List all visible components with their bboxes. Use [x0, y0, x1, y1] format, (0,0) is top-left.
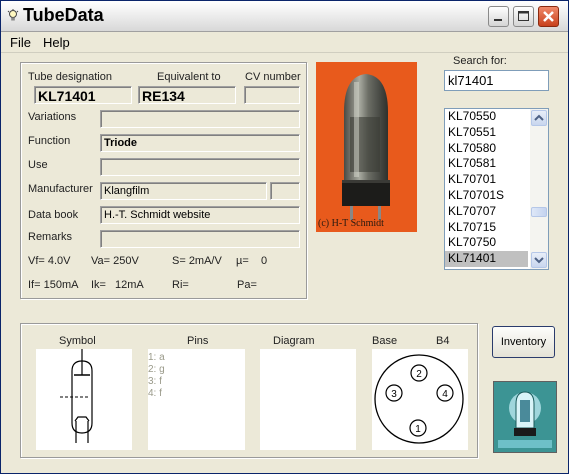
symbol-label: Symbol [59, 335, 96, 347]
minimize-icon [494, 19, 502, 21]
function-label: Function [28, 135, 71, 147]
cv-number-field[interactable] [244, 86, 300, 104]
variations-field[interactable] [100, 110, 300, 128]
photo-credit: (c) H-T Schmidt [318, 218, 384, 229]
list-item[interactable]: KL70715 [445, 220, 528, 236]
window-title: TubeData [23, 5, 104, 25]
function-field[interactable]: Triode [100, 134, 300, 152]
tube-list[interactable]: KL70550 KL70551 KL70580 KL70581 KL70701 … [444, 108, 549, 270]
vf-value: Vf= 4.0V [28, 255, 71, 267]
mu-label: µ= [236, 255, 249, 267]
cv-number-label: CV number [245, 71, 301, 83]
remarks-label: Remarks [28, 231, 73, 243]
scroll-thumb[interactable] [531, 207, 547, 217]
inventory-button[interactable]: Inventory [492, 326, 555, 358]
diagram-label: Diagram [273, 335, 315, 347]
base-pin-4: 4 [442, 389, 448, 400]
list-item[interactable]: KL70581 [445, 156, 528, 172]
base-box: 2 3 4 1 [372, 349, 468, 450]
ri-label: Ri= [172, 279, 189, 291]
title-bar[interactable]: TubeData [1, 1, 568, 32]
list-item[interactable]: KL70701 [445, 172, 528, 188]
search-label: Search for: [453, 55, 507, 67]
pin-3: 3: f [148, 376, 162, 387]
menu-help[interactable]: Help [43, 35, 70, 50]
arrow-down-icon [534, 257, 544, 264]
diagram-box [260, 349, 356, 450]
pin-1: 1: a [148, 352, 165, 363]
databook-field[interactable]: H.-T. Schmidt website [100, 206, 300, 224]
tubedata-window: TubeData File Help Tube designation Equi… [0, 0, 569, 474]
triode-symbol [60, 349, 93, 443]
if-value: If= 150mA [28, 279, 79, 291]
list-item[interactable]: KL70551 [445, 125, 528, 141]
symbol-box [36, 349, 132, 450]
manufacturer-label: Manufacturer [28, 183, 93, 195]
tube-logo [493, 381, 557, 453]
ik-label: Ik= [91, 279, 106, 291]
remarks-field[interactable] [100, 230, 300, 248]
base-label: Base [372, 335, 398, 347]
va-value: Va= 250V [91, 255, 139, 267]
list-item[interactable]: KL70550 [445, 109, 528, 125]
s-value: S= 2mA/V [172, 255, 222, 267]
manufacturer-extra-field[interactable] [270, 182, 300, 200]
ik-value: 12mA [115, 279, 144, 291]
close-button[interactable] [538, 6, 559, 27]
pins-box: 1: a 2: g 3: f 4: f [148, 349, 245, 450]
list-scrollbar[interactable] [530, 109, 548, 269]
tube-image [342, 74, 390, 220]
designation-field[interactable]: KL71401 [34, 86, 132, 104]
designation-label: Tube designation [28, 71, 112, 83]
list-item[interactable]: KL70701S [445, 188, 528, 204]
list-item[interactable]: KL70580 [445, 141, 528, 157]
use-label: Use [28, 159, 48, 171]
list-item[interactable]: KL70750 [445, 235, 528, 251]
menu-file[interactable]: File [10, 35, 31, 50]
equivalent-field[interactable]: RE134 [138, 86, 236, 104]
minimize-button[interactable] [488, 6, 509, 27]
pa-label: Pa= [237, 279, 257, 291]
base-pin-1: 1 [415, 424, 421, 435]
tube-logo-icon [494, 382, 556, 452]
mu-value: 0 [261, 255, 268, 267]
pin-4: 4: f [148, 388, 162, 399]
pin-2: 2: g [148, 364, 165, 375]
menu-bar: File Help [1, 32, 568, 53]
variations-label: Variations [28, 111, 77, 123]
maximize-icon [518, 11, 529, 21]
list-item[interactable]: KL70707 [445, 204, 528, 220]
list-item-selected[interactable]: KL71401 [445, 251, 528, 267]
base-pin-2: 2 [416, 369, 422, 380]
tube-photo: (c) H-T Schmidt [316, 62, 417, 232]
maximize-button[interactable] [513, 6, 534, 27]
close-icon [543, 11, 554, 22]
use-field[interactable] [100, 158, 300, 176]
scroll-up-button[interactable] [531, 110, 547, 126]
databook-label: Data book [28, 209, 79, 221]
search-input[interactable] [444, 70, 549, 91]
equivalent-label: Equivalent to [157, 71, 221, 83]
scroll-down-button[interactable] [531, 252, 547, 268]
manufacturer-field[interactable]: Klangfilm [100, 182, 267, 200]
base-type: B4 [436, 335, 450, 347]
arrow-up-icon [534, 114, 544, 121]
pins-label: Pins [187, 335, 209, 347]
bulb-icon [7, 9, 19, 21]
base-pinout: 2 3 4 1 [374, 354, 464, 444]
base-pin-3: 3 [391, 389, 397, 400]
